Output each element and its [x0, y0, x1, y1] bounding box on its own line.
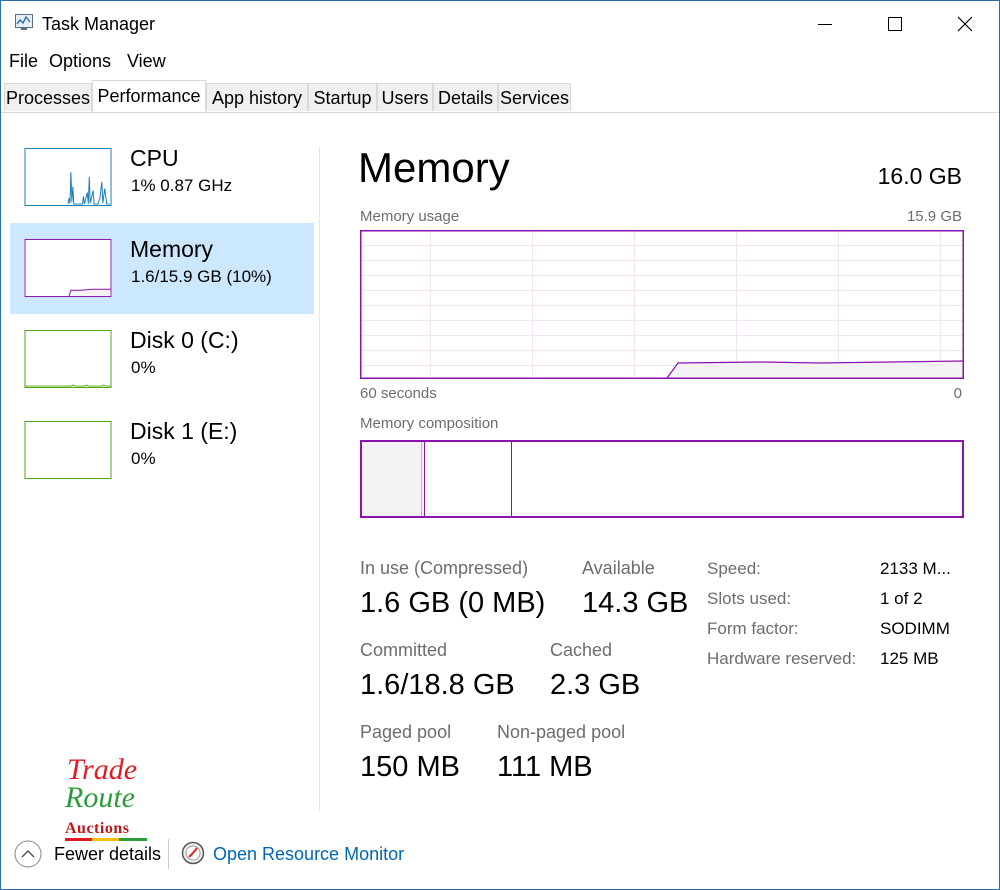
slots-used-label: Slots used:: [707, 589, 792, 608]
pane-divider[interactable]: [319, 147, 320, 811]
logo-underline: [65, 838, 147, 841]
sidebar-item-disk-1[interactable]: Disk 1 (E:) 0%: [10, 405, 314, 496]
cached-value: 2.3 GB: [550, 669, 641, 701]
usage-graph-time-label: 60 seconds: [360, 385, 437, 402]
logo-line-3: Auctions: [65, 820, 130, 837]
fewer-details-chevron-icon[interactable]: [14, 840, 42, 868]
footer-separator: [168, 839, 169, 869]
hardware-reserved-value: 125 MB: [880, 649, 939, 668]
trade-route-auctions-logo: Trade Route Auctions: [63, 755, 153, 841]
sidebar-item-subtitle: 0%: [131, 358, 156, 377]
available-value: 14.3 GB: [582, 587, 689, 619]
title-bar[interactable]: Task Manager: [1, 1, 999, 45]
menu-view[interactable]: View: [127, 51, 166, 72]
paged-pool-value: 150 MB: [360, 751, 460, 783]
close-button[interactable]: [942, 7, 988, 41]
total-memory: 16.0 GB: [877, 163, 962, 189]
minimize-icon: [818, 24, 832, 25]
sidebar-item-subtitle: 1.6/15.9 GB (10%): [131, 267, 272, 286]
fewer-details-button[interactable]: Fewer details: [54, 844, 161, 865]
tab-users[interactable]: Users: [377, 83, 433, 111]
tab-services[interactable]: Services: [498, 83, 571, 111]
task-manager-app-icon: [15, 14, 33, 30]
available-label: Available: [582, 558, 655, 578]
maximize-button[interactable]: [872, 7, 918, 41]
speed-label: Speed:: [707, 559, 761, 578]
usage-graph-label: Memory usage: [360, 208, 460, 225]
close-icon: [957, 16, 973, 32]
tab-performance[interactable]: Performance: [92, 80, 206, 112]
committed-value: 1.6/18.8 GB: [360, 669, 515, 701]
menu-file[interactable]: File: [9, 51, 38, 72]
composition-label: Memory composition: [360, 415, 499, 432]
maximize-icon: [888, 17, 902, 31]
usage-graph-max: 15.9 GB: [906, 208, 962, 225]
sidebar-item-title: Disk 1 (E:): [130, 418, 238, 444]
page-title: Memory: [358, 144, 510, 191]
tab-processes[interactable]: Processes: [4, 83, 92, 111]
paged-pool-label: Paged pool: [360, 722, 452, 742]
non-paged-pool-label: Non-paged pool: [497, 722, 626, 742]
tab-details[interactable]: Details: [433, 83, 498, 111]
committed-label: Committed: [360, 640, 448, 660]
tab-startup[interactable]: Startup: [308, 83, 377, 111]
sidebar-item-disk-0[interactable]: Disk 0 (C:) 0%: [10, 314, 314, 405]
sidebar-item-title: Memory: [130, 236, 214, 262]
in-use-label: In use (Compressed): [360, 558, 529, 578]
slots-used-value: 1 of 2: [880, 589, 923, 608]
minimize-button[interactable]: [802, 7, 848, 41]
form-factor-value: SODIMM: [880, 619, 950, 638]
cached-label: Cached: [550, 640, 613, 660]
memory-thumbnail-graph: [24, 239, 112, 297]
speed-value: 2133 M...: [880, 559, 951, 578]
usage-graph-end-label: 0: [953, 385, 962, 402]
window-title: Task Manager: [42, 14, 156, 34]
sidebar-item-title: CPU: [130, 145, 179, 171]
disk-0-thumbnail-graph: [24, 330, 112, 388]
cpu-thumbnail-graph: [24, 148, 112, 206]
hardware-reserved-label: Hardware reserved:: [707, 649, 857, 668]
in-use-value: 1.6 GB (0 MB): [360, 587, 546, 619]
sidebar-item-subtitle: 0%: [131, 449, 156, 468]
sidebar-item-cpu[interactable]: CPU 1% 0.87 GHz: [10, 132, 314, 223]
sidebar-item-title: Disk 0 (C:): [130, 327, 239, 353]
menu-options[interactable]: Options: [49, 51, 111, 72]
sidebar-item-subtitle: 1% 0.87 GHz: [131, 176, 233, 195]
open-resource-monitor-link[interactable]: Open Resource Monitor: [213, 844, 404, 865]
task-manager-window: Task Manager File Options View Processes…: [0, 0, 1000, 890]
tab-app-history[interactable]: App history: [206, 83, 308, 111]
sidebar-item-memory[interactable]: Memory 1.6/15.9 GB (10%): [10, 223, 314, 314]
non-paged-pool-value: 111 MB: [497, 751, 593, 783]
resource-monitor-icon: [181, 841, 205, 865]
menu-bar: File Options View: [1, 47, 999, 75]
memory-usage-graph: [360, 230, 964, 379]
composition-in-use-segment[interactable]: [360, 440, 424, 518]
form-factor-label: Form factor:: [707, 619, 799, 638]
logo-line-2: Route: [65, 781, 135, 814]
tab-strip: Processes Performance App history Startu…: [1, 80, 999, 113]
disk-1-thumbnail-graph: [24, 421, 112, 479]
memory-composition-bar: [360, 440, 964, 518]
